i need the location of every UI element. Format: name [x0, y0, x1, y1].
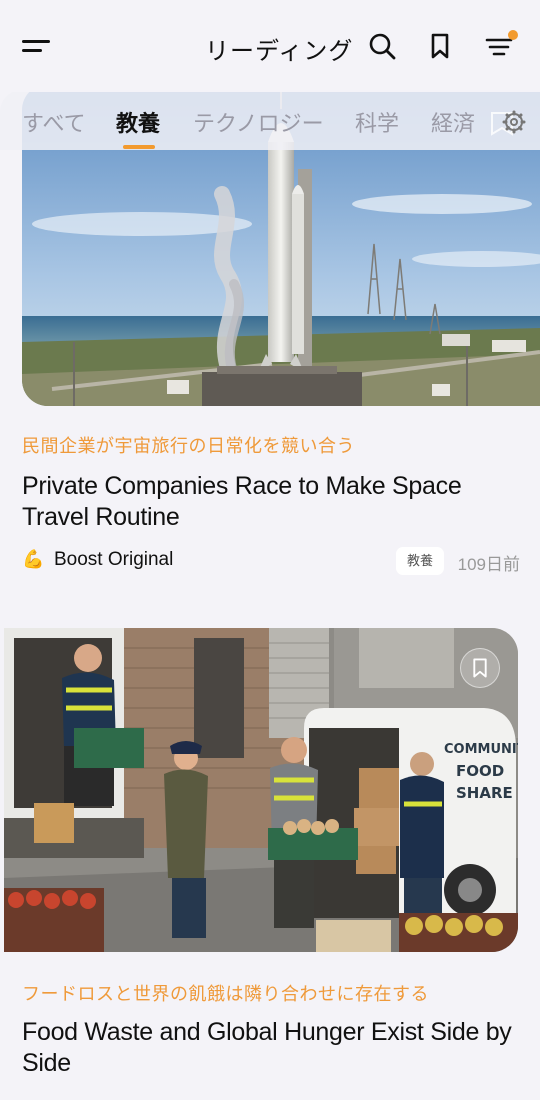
category-badge: 教養 [395, 547, 444, 575]
article-title[interactable]: Private Companies Race to Make Space Tra… [22, 471, 522, 533]
article-subtitle[interactable]: フードロスと世界の飢餓は隣り合わせに存在する [22, 980, 429, 1006]
tab-technology[interactable]: テクノロジー [193, 106, 324, 138]
article-source: Boost Original [54, 549, 174, 570]
svg-text:SHARE: SHARE [456, 784, 513, 802]
category-tabs: すべて 教養 テクノロジー 科学 経済 [0, 90, 540, 150]
page-title: リーディング [205, 38, 354, 65]
notification-dot [508, 30, 518, 40]
article-subtitle[interactable]: 民間企業が宇宙旅行の日常化を競い合う [22, 432, 355, 458]
article-image-food-share[interactable]: COMMUNITY FOOD SHARE [4, 628, 518, 952]
article-title[interactable]: Food Waste and Global Hunger Exist Side … [22, 1017, 522, 1079]
search-icon[interactable] [366, 30, 398, 62]
tab-all[interactable]: すべて [22, 106, 86, 138]
menu-icon[interactable] [22, 36, 52, 58]
app-header: リーディング [0, 0, 540, 92]
flexed-biceps-icon: 💪 [22, 549, 45, 569]
bookmark-icon[interactable] [424, 30, 456, 62]
tab-culture[interactable]: 教養 [116, 106, 160, 138]
active-tab-indicator [123, 145, 155, 149]
tab-science[interactable]: 科学 [355, 106, 399, 138]
article-bookmark-icon[interactable] [460, 648, 500, 688]
svg-text:COMMUNITY: COMMUNITY [444, 742, 518, 757]
article-time: 109日前 [457, 555, 520, 574]
tab-economy[interactable]: 経済 [431, 106, 475, 138]
settings-icon[interactable] [482, 100, 536, 146]
svg-text:FOOD: FOOD [456, 762, 504, 780]
article-meta: 💪 Boost Original 教養 109日前 [22, 547, 520, 577]
